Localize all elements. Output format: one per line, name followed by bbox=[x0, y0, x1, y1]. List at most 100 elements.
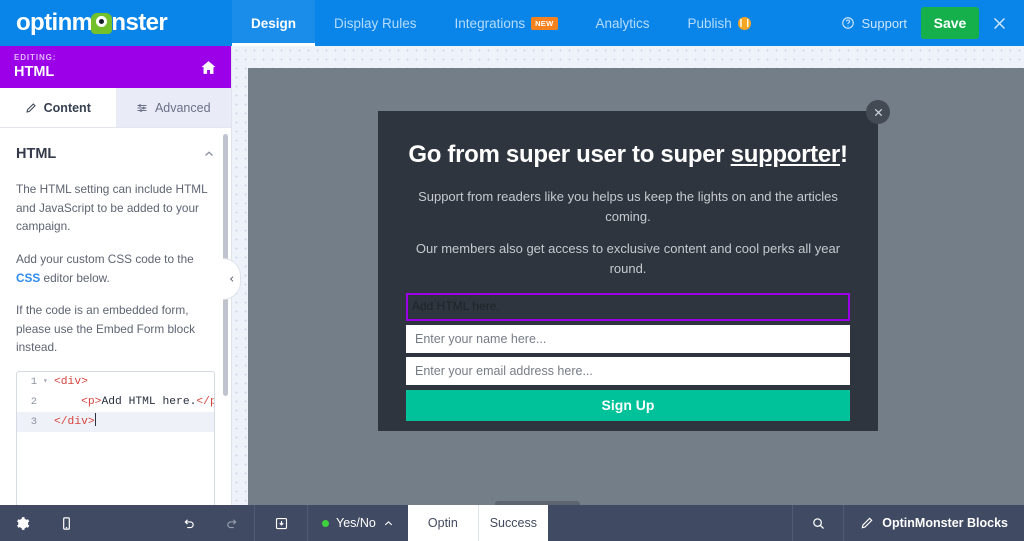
nav-tab-integrations-label: Integrations bbox=[455, 16, 526, 31]
html-help-paragraph-3: If the code is an embedded form, please … bbox=[16, 301, 215, 357]
nav-tab-integrations[interactable]: Integrations NEW bbox=[436, 0, 577, 46]
redo-icon bbox=[225, 516, 240, 531]
undo-icon bbox=[181, 516, 196, 531]
tab-advanced-label: Advanced bbox=[155, 101, 211, 115]
integrations-new-badge: NEW bbox=[531, 17, 557, 30]
html-block-text: Add HTML here. bbox=[412, 300, 844, 313]
tab-content[interactable]: Content bbox=[0, 88, 116, 127]
mobile-icon bbox=[59, 516, 74, 531]
html-help-paragraph-2: Add your custom CSS code to the CSS edit… bbox=[16, 250, 215, 287]
nav-tab-display-rules-label: Display Rules bbox=[334, 16, 417, 31]
code-line-text: <p>Add HTML here.</p> bbox=[52, 392, 215, 412]
code-fold-toggle[interactable]: ▾ bbox=[43, 372, 52, 392]
status-dot-icon bbox=[322, 520, 329, 527]
code-line[interactable]: 1 ▾ <div> bbox=[17, 372, 214, 392]
left-settings-sidebar: EDITING: HTML Content A bbox=[0, 46, 232, 505]
nav-tab-publish-label: Publish bbox=[688, 16, 732, 31]
modal-paragraph-1[interactable]: Support from readers like you helps us k… bbox=[406, 187, 850, 227]
modal-headline-suffix: ! bbox=[840, 141, 848, 168]
nav-tab-publish[interactable]: Publish ❙❙ bbox=[669, 0, 770, 46]
settings-button[interactable] bbox=[0, 505, 44, 541]
modal-headline-prefix: Go from super user to super bbox=[408, 141, 730, 168]
mobile-preview-button[interactable] bbox=[44, 505, 88, 541]
support-label: Support bbox=[861, 16, 907, 31]
close-icon bbox=[991, 15, 1008, 32]
code-line-number: 2 bbox=[17, 392, 43, 412]
code-line-number: 1 bbox=[17, 372, 43, 392]
email-field[interactable]: Enter your email address here... bbox=[406, 357, 850, 385]
chevron-up-icon[interactable] bbox=[203, 148, 215, 160]
code-line-text: <div> bbox=[52, 372, 88, 392]
modal-headline[interactable]: Go from super user to super supporter! bbox=[406, 141, 850, 170]
top-navigation-bar: optinmnster Design Display Rules Integra… bbox=[0, 0, 1024, 46]
toolbar-spacer bbox=[548, 505, 792, 541]
brand-logo-text: optinmnster bbox=[16, 9, 167, 37]
view-tab-optin[interactable]: Optin bbox=[408, 505, 478, 541]
editing-eyebrow-label: EDITING: bbox=[14, 54, 56, 62]
close-builder-button[interactable] bbox=[991, 15, 1024, 32]
editing-header-labels: EDITING: HTML bbox=[14, 54, 56, 80]
css-editor-link[interactable]: CSS bbox=[16, 271, 40, 285]
top-bar-actions: Support Save bbox=[827, 0, 1024, 46]
code-line[interactable]: 2 <p>Add HTML here.</p> bbox=[17, 392, 214, 412]
code-line[interactable]: 3 </div> bbox=[17, 412, 214, 432]
gear-icon bbox=[15, 516, 30, 531]
modal-form: Add HTML here. Enter your name here... E… bbox=[406, 293, 850, 421]
code-line-number: 3 bbox=[17, 412, 43, 432]
settings-panel-body: HTML The HTML setting can include HTML a… bbox=[0, 128, 231, 505]
chevron-left-icon bbox=[228, 275, 236, 283]
html-section-title: HTML bbox=[16, 146, 56, 162]
sliders-icon bbox=[136, 102, 148, 114]
close-icon bbox=[873, 107, 884, 118]
bottom-toolbar: Yes/No Optin Success OptinMonster Blocks bbox=[0, 505, 1024, 541]
optinmonster-watermark: optinmnster bbox=[495, 501, 580, 505]
nav-tab-design-label: Design bbox=[251, 16, 296, 31]
signup-button[interactable]: Sign Up bbox=[406, 390, 850, 421]
optinmonster-blocks-button[interactable]: OptinMonster Blocks bbox=[844, 505, 1024, 541]
search-blocks-button[interactable] bbox=[792, 505, 844, 541]
editing-element-name: HTML bbox=[14, 65, 56, 80]
nav-tab-analytics[interactable]: Analytics bbox=[577, 0, 669, 46]
campaign-type-label: Yes/No bbox=[336, 516, 376, 530]
code-line-text: </div> bbox=[52, 412, 96, 432]
optinmonster-campaign-builder: optinmnster Design Display Rules Integra… bbox=[0, 0, 1024, 541]
campaign-popup-modal: Go from super user to super supporter! S… bbox=[378, 111, 878, 431]
nav-tab-analytics-label: Analytics bbox=[596, 16, 650, 31]
pencil-icon bbox=[860, 516, 874, 530]
name-field[interactable]: Enter your name here... bbox=[406, 325, 850, 353]
view-tab-success[interactable]: Success bbox=[478, 505, 548, 541]
save-draft-button[interactable] bbox=[255, 505, 307, 541]
modal-paragraph-2[interactable]: Our members also get access to exclusive… bbox=[406, 239, 850, 279]
html-section-header[interactable]: HTML bbox=[16, 128, 215, 166]
tab-advanced[interactable]: Advanced bbox=[116, 88, 232, 127]
save-button[interactable]: Save bbox=[921, 7, 979, 39]
monster-logo-icon bbox=[91, 13, 112, 34]
sidebar-tabs: Content Advanced bbox=[0, 88, 231, 128]
modal-content: Go from super user to super supporter! S… bbox=[378, 111, 878, 421]
home-icon[interactable] bbox=[200, 59, 217, 76]
blocks-label: OptinMonster Blocks bbox=[882, 516, 1008, 530]
redo-button[interactable] bbox=[210, 505, 254, 541]
brand-logo[interactable]: optinmnster bbox=[0, 0, 232, 46]
modal-close-button[interactable] bbox=[866, 100, 890, 124]
undo-button[interactable] bbox=[166, 505, 210, 541]
question-circle-icon bbox=[841, 16, 855, 30]
nav-tab-display-rules[interactable]: Display Rules bbox=[315, 0, 436, 46]
save-download-icon bbox=[274, 516, 289, 531]
nav-tab-design[interactable]: Design bbox=[232, 0, 315, 46]
text-cursor bbox=[95, 413, 96, 426]
html-code-editor[interactable]: 1 ▾ <div> 2 <p>Add HTML here.</p> 3 </di… bbox=[16, 371, 215, 505]
publish-paused-badge: ❙❙ bbox=[738, 17, 751, 30]
primary-nav-tabs: Design Display Rules Integrations NEW An… bbox=[232, 0, 770, 46]
html-help-paragraph-1: The HTML setting can include HTML and Ja… bbox=[16, 180, 215, 236]
tab-content-label: Content bbox=[44, 101, 91, 115]
search-icon bbox=[811, 516, 826, 531]
editing-header: EDITING: HTML bbox=[0, 46, 231, 88]
support-button[interactable]: Support bbox=[827, 16, 921, 31]
campaign-type-selector[interactable]: Yes/No bbox=[308, 505, 408, 541]
html-block-selected[interactable]: Add HTML here. bbox=[406, 293, 850, 321]
toolbar-gap bbox=[88, 505, 166, 541]
pencil-icon bbox=[25, 102, 37, 114]
modal-headline-underlined: supporter bbox=[731, 141, 840, 168]
chevron-up-icon bbox=[383, 518, 394, 529]
